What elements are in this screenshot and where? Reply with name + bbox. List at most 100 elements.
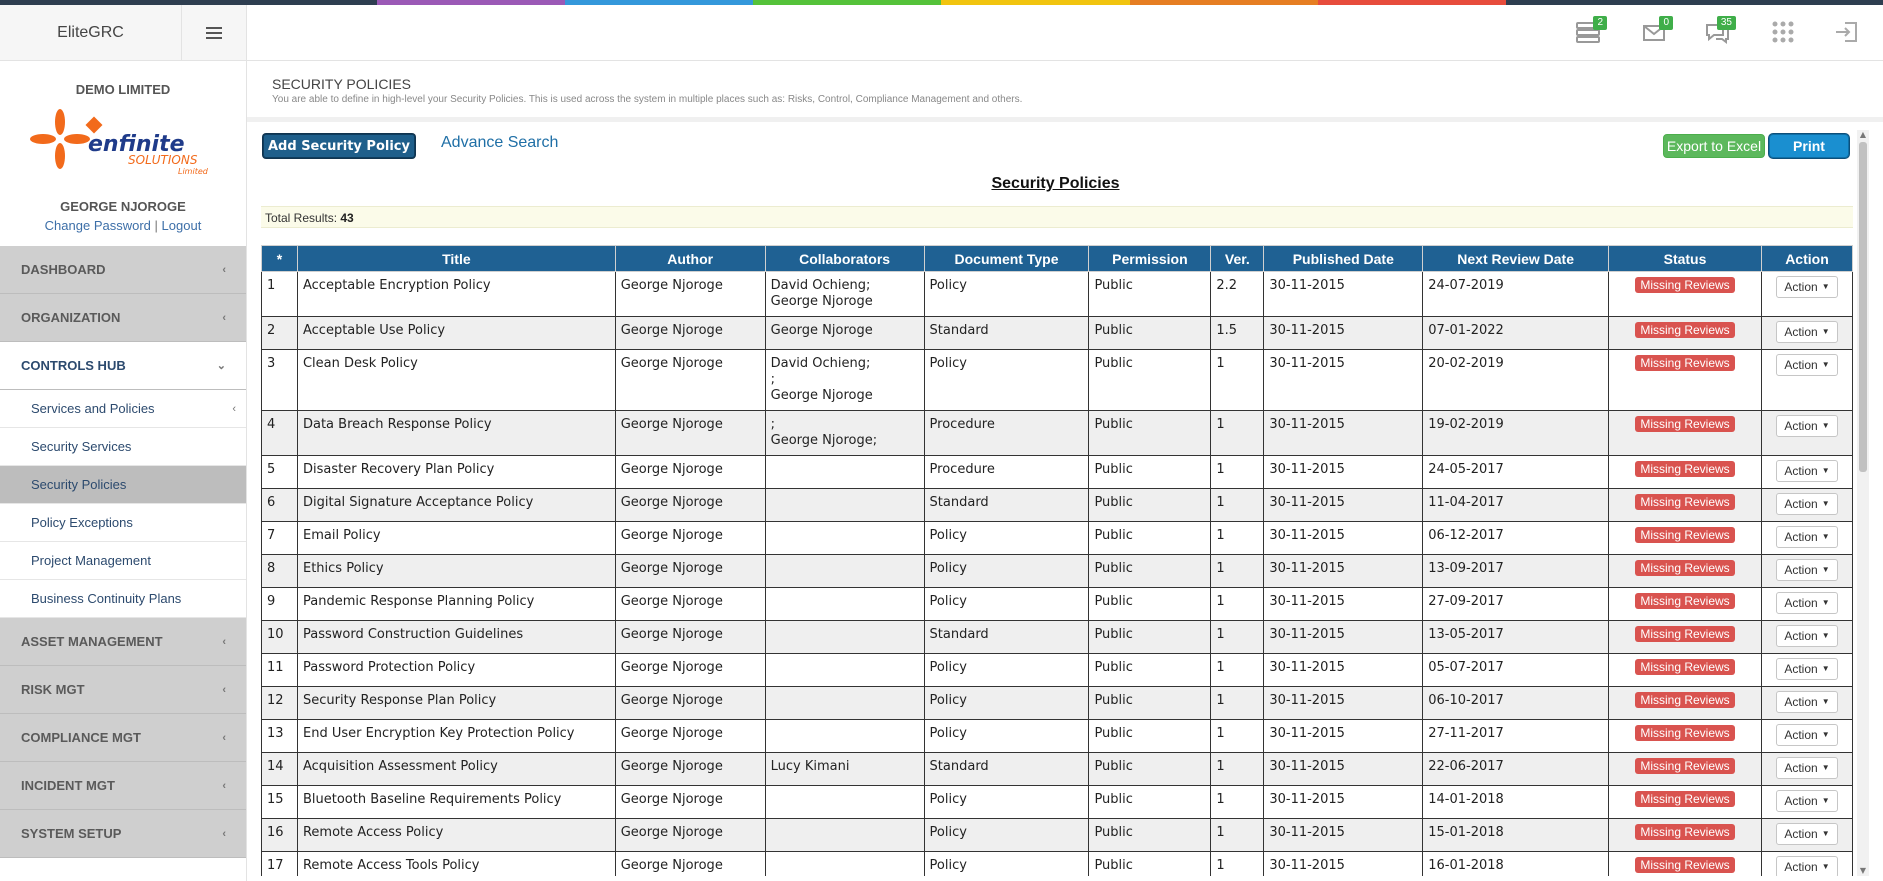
table-row[interactable]: 4 Data Breach Response Policy George Njoro… bbox=[261, 410, 1853, 456]
table-row[interactable]: 6 Digital Signature Acceptance Policy Geor… bbox=[261, 488, 1853, 522]
scroll-down-arrow[interactable]: ▼ bbox=[1857, 866, 1869, 876]
status-badge: Missing Reviews bbox=[1635, 692, 1735, 708]
print-button[interactable]: Print bbox=[1769, 134, 1849, 158]
grid-icon[interactable] bbox=[1770, 19, 1800, 49]
table-row[interactable]: 5 Disaster Recovery Plan Policy George Njo… bbox=[261, 455, 1853, 489]
table-row[interactable]: 2 Acceptable Use Policy George Njoroge Geor… bbox=[261, 316, 1853, 350]
column-header[interactable]: Ver. bbox=[1210, 245, 1265, 272]
column-header[interactable]: Title bbox=[296, 245, 616, 272]
nav-label: ASSET MANAGEMENT bbox=[21, 634, 163, 649]
action-dropdown-button[interactable]: Action ▼ bbox=[1776, 493, 1838, 515]
change-password-link[interactable]: Change Password bbox=[45, 218, 151, 233]
action-dropdown-button[interactable]: Action ▼ bbox=[1776, 625, 1838, 647]
action-dropdown-button[interactable]: Action ▼ bbox=[1776, 415, 1838, 437]
policy-title: Acceptable Encryption Policy bbox=[296, 271, 616, 317]
nav-incident-mgt[interactable]: INCIDENT MGT ‹ bbox=[0, 762, 246, 810]
action-dropdown-button[interactable]: Action ▼ bbox=[1776, 460, 1838, 482]
chat-icon[interactable]: 35 bbox=[1704, 16, 1736, 49]
advance-search-link[interactable]: Advance Search bbox=[441, 134, 558, 152]
action-label: Action bbox=[1784, 419, 1818, 433]
column-header[interactable]: Document Type bbox=[923, 245, 1090, 272]
row-number: 2 bbox=[261, 316, 298, 350]
column-header[interactable]: Next Review Date bbox=[1422, 245, 1610, 272]
table-row[interactable]: 11 Password Protection Policy George Njoro… bbox=[261, 653, 1853, 687]
nav-dashboard[interactable]: DASHBOARD ‹ bbox=[0, 246, 246, 294]
published-date: 30-11-2015 bbox=[1263, 410, 1424, 456]
table-row[interactable]: 8 Ethics Policy George Njoroge Policy Public… bbox=[261, 554, 1853, 588]
column-header[interactable]: Collaborators bbox=[764, 245, 925, 272]
row-number: 15 bbox=[261, 785, 298, 819]
scrollbar-thumb[interactable] bbox=[1859, 142, 1867, 472]
policies-table-container: * Title Author Collaborators Document Type Pe… bbox=[261, 245, 1853, 876]
add-security-policy-button[interactable]: Add Security Policy bbox=[263, 134, 415, 158]
logout-link[interactable]: Logout bbox=[162, 218, 202, 233]
action-dropdown-button[interactable]: Action ▼ bbox=[1776, 724, 1838, 746]
permission: Public bbox=[1088, 349, 1212, 411]
subnav-services-and-policies[interactable]: Services and Policies ‹ bbox=[0, 390, 246, 428]
action-dropdown-button[interactable]: Action ▼ bbox=[1776, 276, 1838, 298]
table-row[interactable]: 14 Acquisition Assessment Policy George Nj… bbox=[261, 752, 1853, 786]
table-row[interactable]: 12 Security Response Plan Policy George Nj… bbox=[261, 686, 1853, 720]
row-number: 4 bbox=[261, 410, 298, 456]
action-dropdown-button[interactable]: Action ▼ bbox=[1776, 757, 1838, 779]
version: 1 bbox=[1210, 554, 1265, 588]
column-header[interactable]: Published Date bbox=[1263, 245, 1424, 272]
action-dropdown-button[interactable]: Action ▼ bbox=[1776, 354, 1838, 376]
status-badge: Missing Reviews bbox=[1635, 857, 1735, 873]
action-dropdown-button[interactable]: Action ▼ bbox=[1776, 691, 1838, 713]
status-cell: Missing Reviews bbox=[1608, 851, 1762, 876]
nav-compliance-mgt[interactable]: COMPLIANCE MGT ‹ bbox=[0, 714, 246, 762]
policy-title: Remote Access Tools Policy bbox=[296, 851, 616, 876]
table-row[interactable]: 3 Clean Desk Policy George Njoroge David Oc… bbox=[261, 349, 1853, 411]
column-header[interactable]: * bbox=[261, 245, 298, 272]
hamburger-menu-icon[interactable] bbox=[182, 5, 246, 60]
action-cell: Action ▼ bbox=[1760, 349, 1853, 411]
app-name[interactable]: EliteGRC bbox=[0, 5, 182, 60]
caret-down-icon: ▼ bbox=[1821, 466, 1830, 475]
action-dropdown-button[interactable]: Action ▼ bbox=[1776, 321, 1838, 343]
subnav-business-continuity-plans[interactable]: Business Continuity Plans bbox=[0, 580, 246, 618]
published-date: 30-11-2015 bbox=[1263, 349, 1424, 411]
table-row[interactable]: 16 Remote Access Policy George Njoroge Poli… bbox=[261, 818, 1853, 852]
table-row[interactable]: 7 Email Policy George Njoroge Policy Public 1… bbox=[261, 521, 1853, 555]
table-row[interactable]: 15 Bluetooth Baseline Requirements Policy… bbox=[261, 785, 1853, 819]
subnav-project-management[interactable]: Project Management bbox=[0, 542, 246, 580]
action-dropdown-button[interactable]: Action ▼ bbox=[1776, 823, 1838, 845]
subnav-policy-exceptions[interactable]: Policy Exceptions bbox=[0, 504, 246, 542]
action-dropdown-button[interactable]: Action ▼ bbox=[1776, 526, 1838, 548]
status-cell: Missing Reviews bbox=[1608, 719, 1762, 753]
export-excel-button[interactable]: Export to Excel bbox=[1663, 134, 1765, 158]
action-dropdown-button[interactable]: Action ▼ bbox=[1776, 856, 1838, 876]
status-cell: Missing Reviews bbox=[1608, 349, 1762, 411]
notification-badge: 2 bbox=[1593, 16, 1607, 30]
subnav-security-services[interactable]: Security Services bbox=[0, 428, 246, 466]
scroll-up-arrow[interactable]: ▲ bbox=[1857, 130, 1869, 140]
logo-sub-text: SOLUTIONS bbox=[128, 153, 198, 167]
table-row[interactable]: 10 Password Construction Guidelines George… bbox=[261, 620, 1853, 654]
vertical-scrollbar[interactable]: ▲ ▼ bbox=[1857, 130, 1869, 876]
table-row[interactable]: 9 Pandemic Response Planning Policy George… bbox=[261, 587, 1853, 621]
policy-author: George Njoroge bbox=[614, 752, 766, 786]
server-icon[interactable]: 2 bbox=[1575, 16, 1607, 49]
column-header[interactable]: Action bbox=[1760, 245, 1853, 272]
mail-icon[interactable]: 0 bbox=[1641, 16, 1673, 49]
nav-risk-mgt[interactable]: RISK MGT ‹ bbox=[0, 666, 246, 714]
nav-asset-management[interactable]: ASSET MANAGEMENT ‹ bbox=[0, 618, 246, 666]
table-row[interactable]: 13 End User Encryption Key Protection Pol… bbox=[261, 719, 1853, 753]
table-row[interactable]: 1 Acceptable Encryption Policy George Njor… bbox=[261, 271, 1853, 317]
nav-controls-hub[interactable]: CONTROLS HUB ⌄ bbox=[0, 342, 246, 390]
nav-system-setup[interactable]: SYSTEM SETUP ‹ bbox=[0, 810, 246, 858]
action-dropdown-button[interactable]: Action ▼ bbox=[1776, 592, 1838, 614]
nav-organization[interactable]: ORGANIZATION ‹ bbox=[0, 294, 246, 342]
column-header[interactable]: Status bbox=[1608, 245, 1762, 272]
action-dropdown-button[interactable]: Action ▼ bbox=[1776, 790, 1838, 812]
collaborator: Lucy Kimani bbox=[770, 759, 850, 774]
status-cell: Missing Reviews bbox=[1608, 488, 1762, 522]
action-dropdown-button[interactable]: Action ▼ bbox=[1776, 658, 1838, 680]
action-dropdown-button[interactable]: Action ▼ bbox=[1776, 559, 1838, 581]
logout-icon[interactable] bbox=[1833, 19, 1863, 49]
table-row[interactable]: 17 Remote Access Tools Policy George Njoro… bbox=[261, 851, 1853, 876]
subnav-security-policies[interactable]: Security Policies bbox=[0, 466, 246, 504]
column-header[interactable]: Permission bbox=[1088, 245, 1212, 272]
column-header[interactable]: Author bbox=[614, 245, 766, 272]
